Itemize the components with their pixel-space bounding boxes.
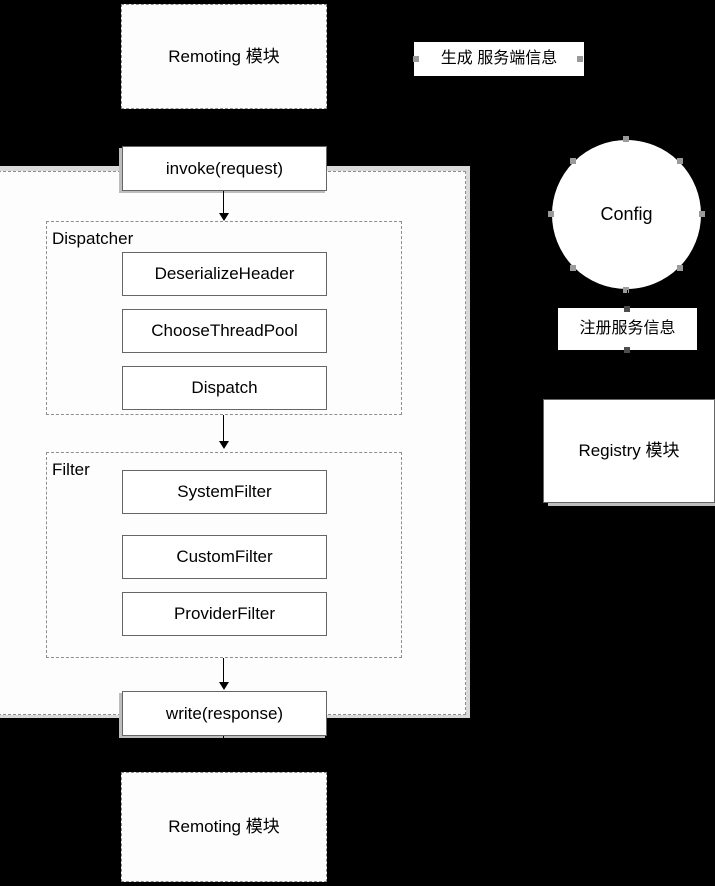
node-deserialize-header-label: DeserializeHeader xyxy=(154,264,295,284)
node-invoke-request[interactable]: invoke(request) xyxy=(122,146,327,191)
node-dispatch-label: Dispatch xyxy=(191,378,258,398)
arrowhead-invoke-to-dispatcher xyxy=(219,213,229,221)
arrowhead-write-to-remoting xyxy=(219,764,227,770)
node-custom-filter-label: CustomFilter xyxy=(176,547,273,567)
diagram-canvas: Remoting 模块 invoke(request) Dispatcher D… xyxy=(0,0,715,886)
handle-config-s[interactable] xyxy=(623,287,629,293)
node-provider-filter-label: ProviderFilter xyxy=(173,604,276,624)
edge-label-generate-server-info[interactable]: 生成 服务端信息 xyxy=(414,42,584,76)
edge-label-register-service-info[interactable]: 注册服务信息 xyxy=(558,308,697,350)
edge-label-register-service-info-text: 注册服务信息 xyxy=(579,320,676,337)
node-remoting-bottom[interactable]: Remoting 模块 xyxy=(121,772,327,882)
node-custom-filter[interactable]: CustomFilter xyxy=(122,535,327,579)
handle-register-label-top[interactable] xyxy=(624,306,630,312)
node-system-filter[interactable]: SystemFilter xyxy=(122,470,327,514)
handle-config-se[interactable] xyxy=(677,265,683,271)
node-remoting-top[interactable]: Remoting 模块 xyxy=(121,4,327,109)
handle-generate-label-right[interactable] xyxy=(577,56,583,62)
node-deserialize-header[interactable]: DeserializeHeader xyxy=(122,252,327,296)
group-filter-label: Filter xyxy=(52,460,90,479)
handle-config-ne[interactable] xyxy=(677,158,683,164)
node-system-filter-label: SystemFilter xyxy=(177,482,272,502)
handle-config-sw[interactable] xyxy=(570,265,576,271)
arrowhead-config-to-registry xyxy=(623,390,631,396)
arrowhead-remoting-to-invoke xyxy=(219,138,227,144)
node-remoting-top-label: Remoting 模块 xyxy=(168,46,280,66)
node-choose-thread-pool-label: ChooseThreadPool xyxy=(151,321,298,341)
group-dispatcher-label: Dispatcher xyxy=(52,229,134,248)
handle-config-n[interactable] xyxy=(623,136,629,142)
arrowhead-dispatcher-to-filter xyxy=(219,441,229,449)
node-write-response-label: write(response) xyxy=(165,703,284,723)
handle-config-w[interactable] xyxy=(548,211,554,217)
node-invoke-request-label: invoke(request) xyxy=(165,158,284,178)
handle-register-label-bottom[interactable] xyxy=(624,347,630,353)
node-registry-module[interactable]: Registry 模块 xyxy=(543,399,715,503)
handle-generate-label-left[interactable] xyxy=(413,56,419,62)
node-registry-module-label: Registry 模块 xyxy=(578,441,680,461)
node-config-label: Config xyxy=(600,204,653,225)
node-provider-filter[interactable]: ProviderFilter xyxy=(122,592,327,636)
node-choose-thread-pool[interactable]: ChooseThreadPool xyxy=(122,309,327,353)
node-dispatch[interactable]: Dispatch xyxy=(122,366,327,410)
handle-config-nw[interactable] xyxy=(570,158,576,164)
edge-label-generate-server-info-text: 生成 服务端信息 xyxy=(440,50,558,67)
node-remoting-bottom-label: Remoting 模块 xyxy=(168,817,280,837)
arrowhead-filter-to-write xyxy=(219,682,229,690)
handle-config-e[interactable] xyxy=(699,211,705,217)
node-write-response[interactable]: write(response) xyxy=(122,691,327,736)
